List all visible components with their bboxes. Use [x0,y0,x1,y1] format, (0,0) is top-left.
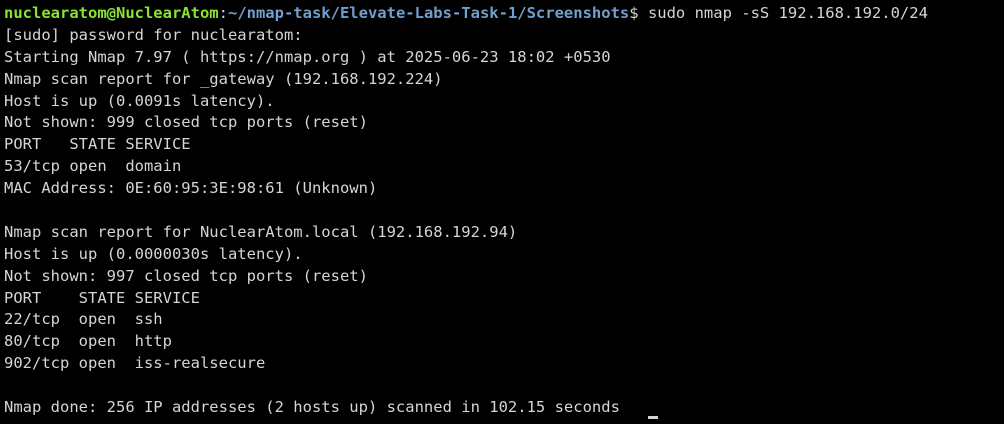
output-line-starting-nmap: Starting Nmap 7.97 ( https://nmap.org ) … [4,47,611,66]
output-line-scan-report-local: Nmap scan report for NuclearAtom.local (… [4,222,518,241]
output-line-port-header: PORT STATE SERVICE [4,135,191,154]
output-line-scan-report-gateway: Nmap scan report for _gateway (192.168.1… [4,69,443,88]
output-line-mac-address: MAC Address: 0E:60:95:3E:98:61 (Unknown) [4,179,378,198]
terminal-cursor [647,415,658,419]
command-prompt-line: nuclearatom@NuclearAtom:~/nmap-task/Elev… [4,3,1004,25]
output-line-port-entry: 902/tcp open iss-realsecure [4,354,266,373]
prompt-path: ~/nmap-task/Elevate-Labs-Task-1/Screensh… [227,4,630,22]
output-line-port-entry: 80/tcp open http [4,332,172,351]
prompt-symbol: $ [629,4,639,22]
prompt-user-host: nuclearatom@NuclearAtom [4,4,219,22]
output-line-port-entry: 22/tcp open ssh [4,310,163,329]
output-line-blank [4,200,1004,222]
output-line-blank [4,375,1004,397]
output-line-sudo-password: [sudo] password for nuclearatom: [4,25,303,44]
output-line-not-shown: Not shown: 997 closed tcp ports (reset) [4,266,368,285]
output-line-port-header: PORT STATE SERVICE [4,288,200,307]
nmap-done-text: Nmap done: 256 IP addresses (2 hosts up)… [4,398,620,417]
output-line-not-shown: Not shown: 999 closed tcp ports (reset) [4,113,368,132]
output-line-port-entry: 53/tcp open domain [4,157,182,176]
output-line-host-up: Host is up (0.0091s latency). [4,91,275,110]
prompt-separator: : [218,4,228,22]
output-line-host-up: Host is up (0.0000030s latency). [4,244,303,263]
terminal-window[interactable]: nuclearatom@NuclearAtom:~/nmap-task/Elev… [0,0,1004,424]
command-text: sudo nmap -sS 192.168.192.0/24 [638,4,928,22]
output-line-nmap-done: Nmap done: 256 IP addresses (2 hosts up)… [4,397,1004,419]
